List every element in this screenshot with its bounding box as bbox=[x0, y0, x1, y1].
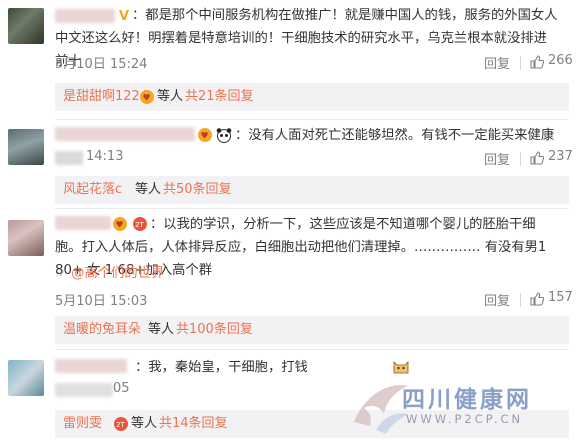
reply-username[interactable]: 温暖的兔耳朵 bbox=[63, 322, 141, 338]
level-badge-icon: 2T bbox=[113, 416, 129, 437]
avatar[interactable] bbox=[8, 129, 44, 165]
reply-button[interactable]: 回复 bbox=[484, 149, 510, 168]
svg-text:♥: ♥ bbox=[143, 94, 151, 104]
comment-time: 5月10日 15:24 bbox=[55, 57, 148, 72]
reply-mid: 等人 bbox=[131, 416, 158, 431]
time-prefix-blur bbox=[55, 151, 83, 165]
mention-link[interactable]: @高个们的世界 bbox=[71, 266, 164, 281]
like-count: 266 bbox=[548, 53, 573, 68]
comment-item: ♥ 2T ：以我的学识，分析一下，这些应该是不知道哪个婴儿的胚胎干细胞。打入人体… bbox=[0, 209, 578, 349]
fire-badge-icon: ♥ bbox=[139, 89, 155, 110]
comment-item: ♥ ：没有人面对死亡还能够坦然。有钱不一定能买来健康 14:13 回复 237 … bbox=[0, 120, 578, 208]
watermark-title: 四川健康网 bbox=[402, 386, 532, 413]
reply-button[interactable]: 回复 bbox=[484, 53, 510, 72]
reply-count-link[interactable]: 共21条回复 bbox=[185, 89, 254, 105]
reply-mid: 等人 bbox=[148, 322, 175, 337]
avatar[interactable] bbox=[8, 8, 44, 44]
avatar[interactable] bbox=[8, 360, 44, 396]
comment-text: ：没有人面对死亡还能够坦然。有钱不一定能买来健康 bbox=[235, 128, 555, 143]
hand-icon: ☞ bbox=[55, 266, 67, 281]
reply-username[interactable]: 雷则雯 bbox=[63, 416, 102, 432]
reply-summary[interactable]: 是甜甜啊1224 ♥ 等人 共21条回复 bbox=[55, 83, 569, 111]
reply-summary[interactable]: 风起花落c 等人 共50条回复 bbox=[55, 176, 569, 204]
watermark-url: WWW.P2CP.CN bbox=[406, 412, 524, 426]
divider bbox=[520, 293, 521, 307]
svg-text:2T: 2T bbox=[116, 421, 125, 429]
comment-item: V ：都是那个中间服务机构在做推广！就是赚中国人的钱，服务的外国女人中文还这么好… bbox=[0, 0, 578, 120]
mention-line: ☞ @高个们的世界 bbox=[55, 262, 558, 285]
comment-time: 14:13 bbox=[86, 149, 124, 164]
reply-mid: 等人 bbox=[157, 89, 184, 104]
reply-username[interactable]: 是甜甜啊1224 bbox=[63, 89, 148, 105]
reply-mid: 等人 bbox=[135, 182, 162, 197]
reply-count-link[interactable]: 共50条回复 bbox=[163, 182, 232, 198]
comment-time: 05 bbox=[113, 381, 130, 396]
like-icon[interactable] bbox=[530, 151, 545, 165]
reply-button[interactable]: 回复 bbox=[484, 290, 510, 309]
reply-summary[interactable]: 温暖的兔耳朵 等人 共100条回复 bbox=[55, 316, 569, 344]
watermark: 四川健康网 WWW.P2CP.CN bbox=[346, 372, 571, 438]
comment-time: 5月10日 15:03 bbox=[55, 294, 148, 309]
reply-count-link[interactable]: 共14条回复 bbox=[159, 416, 228, 432]
like-count: 237 bbox=[548, 149, 573, 164]
like-icon[interactable] bbox=[530, 292, 545, 306]
like-icon[interactable] bbox=[530, 55, 545, 69]
reply-count-link[interactable]: 共100条回复 bbox=[176, 322, 253, 338]
avatar[interactable] bbox=[8, 220, 44, 256]
divider bbox=[520, 56, 521, 70]
time-prefix-blur bbox=[55, 383, 113, 397]
reply-username[interactable]: 风起花落c bbox=[63, 182, 122, 198]
divider bbox=[520, 152, 521, 166]
like-count: 157 bbox=[548, 290, 573, 305]
